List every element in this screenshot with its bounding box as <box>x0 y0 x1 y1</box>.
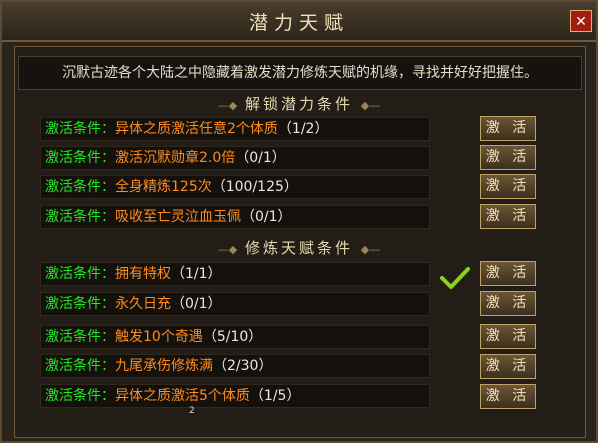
title-bar: 潜力天赋 ✕ <box>2 2 596 42</box>
condition-row: 激活条件：拥有特权（1/1） <box>40 262 430 286</box>
activate-button[interactable]: 激 活 <box>480 354 536 379</box>
condition-text: 异体之质激活任意2个体质 <box>115 121 278 137</box>
section-title: 解锁潜力条件 <box>244 95 353 113</box>
condition-progress: （0/1） <box>171 296 222 312</box>
condition-row: 激活条件：触发10个奇遇（5/10） <box>40 325 430 349</box>
stray-mark: 2 <box>189 406 195 416</box>
condition-row: 激活条件：激活沉默勋章2.0倍（0/1） <box>40 146 430 170</box>
condition-progress: （0/1） <box>235 150 286 166</box>
condition-progress: （1/2） <box>277 121 329 137</box>
condition-text: 九尾承伤修炼满 <box>115 358 213 374</box>
activate-button[interactable]: 激 活 <box>480 145 536 170</box>
condition-row: 激活条件：全身精炼125次（100/125） <box>40 175 430 199</box>
condition-label: 激活条件： <box>45 209 115 225</box>
activate-button[interactable]: 激 活 <box>480 261 536 286</box>
condition-text: 拥有特权 <box>115 266 171 282</box>
condition-progress: （100/125） <box>211 179 298 195</box>
condition-row: 激活条件：永久日充（0/1） <box>40 292 430 316</box>
activate-button[interactable]: 激 活 <box>480 324 536 349</box>
condition-label: 激活条件： <box>45 150 115 166</box>
condition-label: 激活条件： <box>45 296 115 312</box>
activate-button[interactable]: 激 活 <box>480 384 536 409</box>
condition-label: 激活条件： <box>45 121 115 137</box>
condition-row: 激活条件：吸收至亡灵泣血玉佩（0/1） <box>40 205 430 229</box>
checkmark-icon <box>440 267 470 289</box>
condition-text: 全身精炼125次 <box>115 179 212 195</box>
condition-label: 激活条件： <box>45 358 115 374</box>
condition-row: 激活条件：九尾承伤修炼满（2/30） <box>40 354 430 378</box>
section-header-unlock: —◆ 解锁潜力条件 ◆— <box>217 95 381 113</box>
condition-progress: （1/1） <box>171 266 222 282</box>
activate-button[interactable]: 激 活 <box>480 174 536 199</box>
condition-label: 激活条件： <box>45 388 115 404</box>
activate-button[interactable]: 激 活 <box>480 116 536 141</box>
condition-progress: （0/1） <box>241 209 292 225</box>
condition-label: 激活条件： <box>45 329 115 345</box>
condition-progress: （2/30） <box>213 358 273 374</box>
activate-button[interactable]: 激 活 <box>480 204 536 229</box>
condition-text: 永久日充 <box>115 296 171 312</box>
condition-row: 激活条件：异体之质激活任意2个体质（1/2） <box>40 117 430 141</box>
activate-button[interactable]: 激 活 <box>480 291 536 316</box>
section-title: 修炼天赋条件 <box>244 239 353 257</box>
close-icon[interactable]: ✕ <box>570 10 592 32</box>
condition-text: 吸收至亡灵泣血玉佩 <box>115 209 241 225</box>
condition-row: 激活条件：异体之质激活5个体质（1/5） <box>40 384 430 408</box>
condition-text: 触发10个奇遇 <box>115 329 203 345</box>
condition-text: 异体之质激活5个体质 <box>115 388 250 404</box>
intro-text: 沉默古迹各个大陆之中隐藏着激发潜力修炼天赋的机缘，寻找并好好把握住。 <box>18 56 582 90</box>
condition-progress: （1/5） <box>249 388 301 404</box>
condition-progress: （5/10） <box>202 329 263 345</box>
condition-label: 激活条件： <box>45 266 115 282</box>
window-title: 潜力天赋 <box>248 12 349 34</box>
condition-text: 激活沉默勋章2.0倍 <box>115 150 236 166</box>
section-header-cultivate: —◆ 修炼天赋条件 ◆— <box>217 239 381 257</box>
condition-label: 激活条件： <box>45 179 115 195</box>
